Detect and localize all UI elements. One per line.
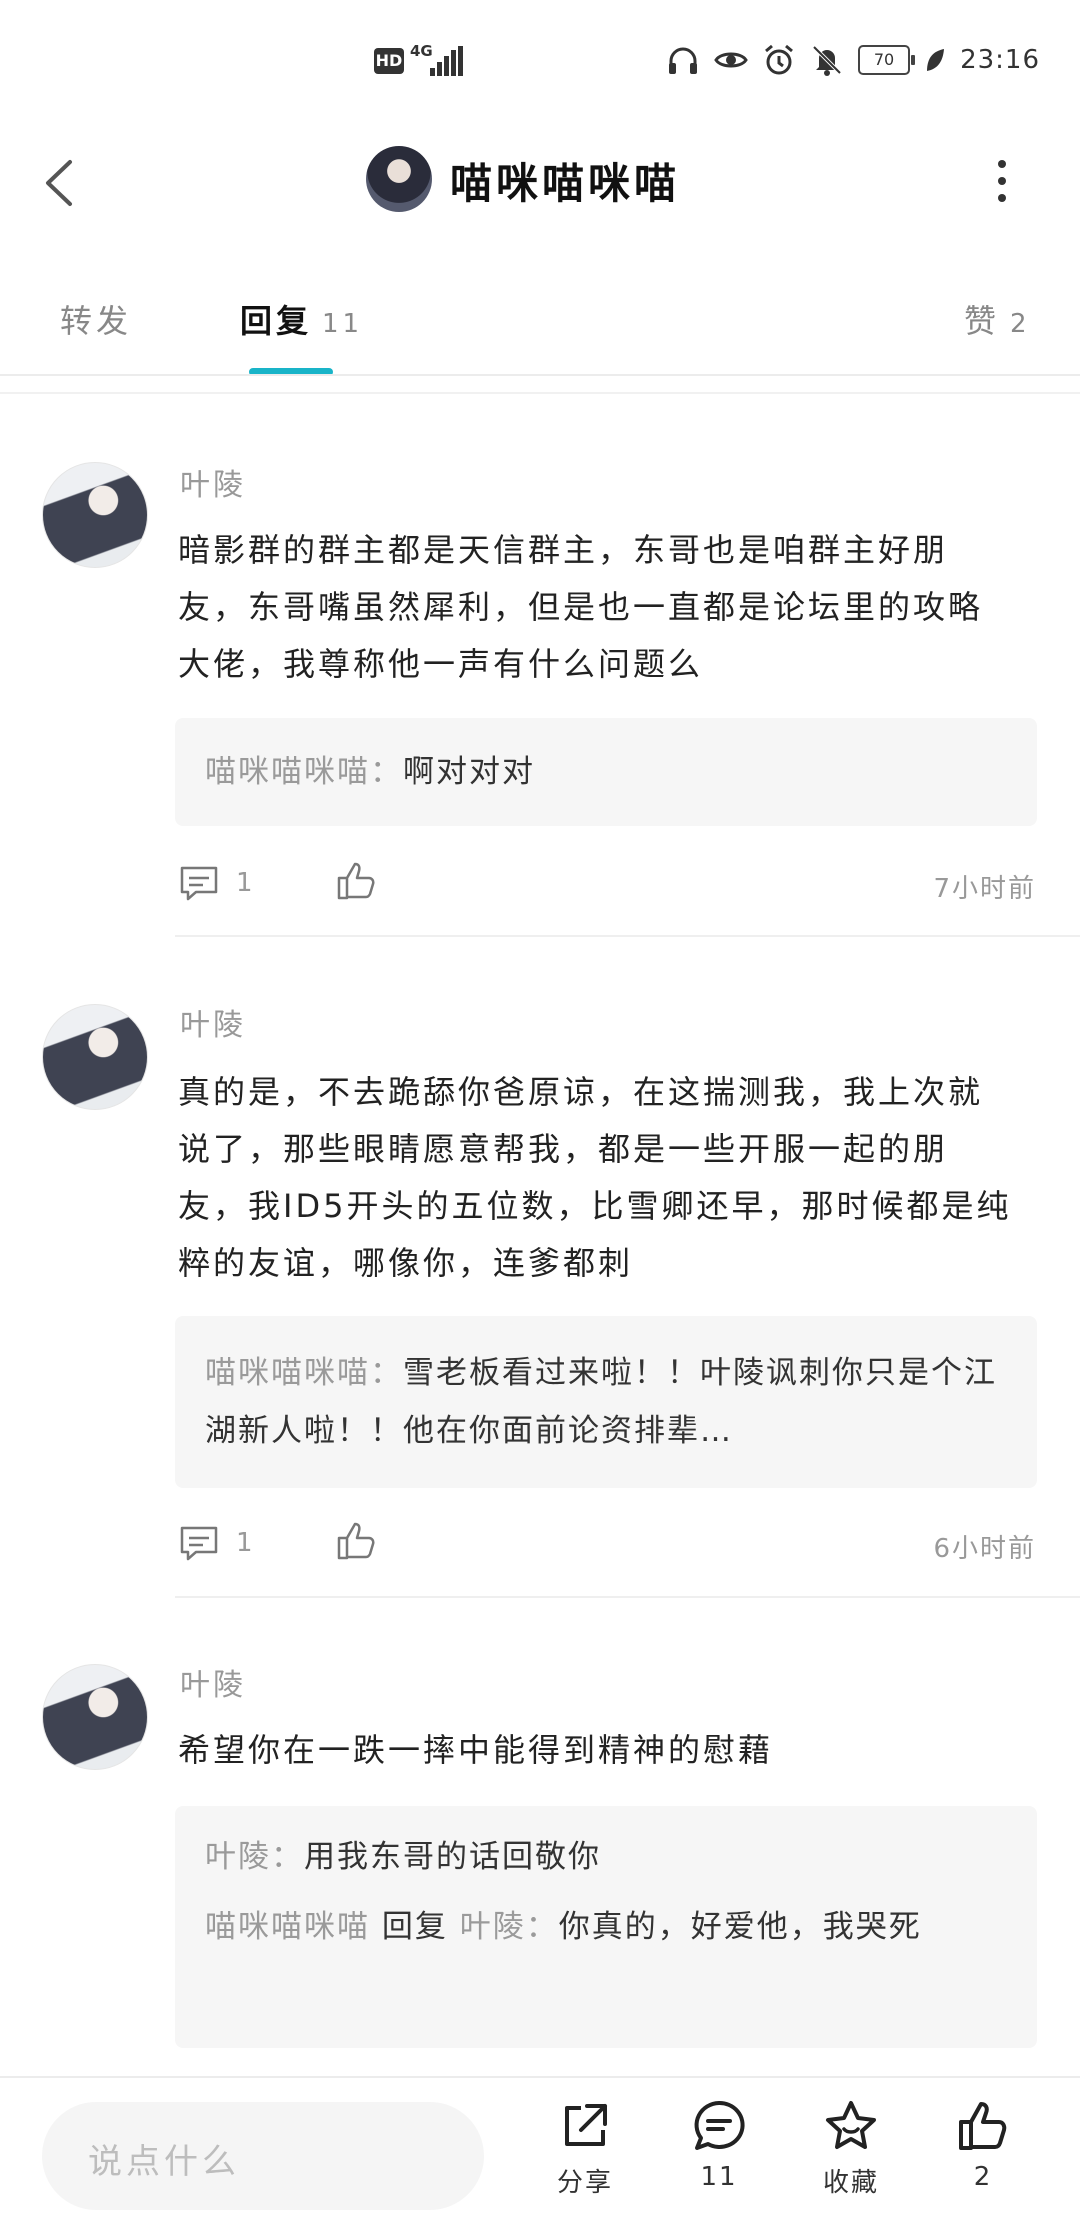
header-avatar[interactable]	[366, 146, 432, 212]
comment-time: 6小时前	[933, 1534, 1036, 1564]
reply-preview[interactable]: 叶陵：用我东哥的话回敬你 喵咪喵咪喵 回复 叶陵：你真的，好爱他，我哭死	[175, 1806, 1037, 2048]
like-icon[interactable]	[335, 1520, 377, 1562]
reply-sep: ：	[370, 1355, 403, 1391]
mute-bell-icon	[812, 45, 842, 76]
leaf-icon	[927, 49, 945, 71]
page-title[interactable]: 喵咪喵咪喵	[450, 150, 680, 211]
share-icon	[565, 2104, 607, 2146]
tab-like-label: 赞	[964, 302, 1001, 340]
reply-line: 喵咪喵咪喵 回复 叶陵：你真的，好爱他，我哭死	[175, 1886, 1037, 1956]
comments-count: 11	[700, 2162, 738, 2192]
hd-badge: HD	[374, 48, 404, 74]
tab-forward-label: 转发	[60, 302, 133, 340]
like-icon[interactable]	[335, 860, 377, 902]
comment-input-placeholder: 说点什么	[88, 2142, 240, 2182]
reply-line: 喵咪喵咪喵：啊对对对	[175, 718, 1037, 801]
battery-icon: 70	[858, 45, 916, 75]
reply-preview[interactable]: 喵咪喵咪喵：雪老板看过来啦！！叶陵讽刺你只是个江湖新人啦！！他在你面前论资排辈…	[175, 1316, 1037, 1488]
tab-reply-count: 11	[322, 309, 364, 339]
collect-label: 收藏	[822, 2168, 879, 2198]
comment-username[interactable]: 叶陵	[180, 1660, 246, 1704]
reply-count: 1	[236, 1528, 253, 1558]
reply-preview[interactable]: 喵咪喵咪喵：啊对对对	[175, 718, 1037, 826]
like-button[interactable]: 2	[938, 2098, 1028, 2192]
reply-sep: ：	[525, 1909, 559, 1945]
headphones-icon	[669, 47, 698, 74]
divider	[0, 374, 1080, 376]
thumb-up-icon	[959, 2102, 1007, 2150]
clock: 23:16	[960, 45, 1040, 75]
reply-keyword: 回复	[381, 1909, 448, 1945]
tab-reply-label: 回复	[240, 302, 313, 340]
collect-button[interactable]: 收藏	[806, 2098, 896, 2199]
comment-username[interactable]: 叶陵	[180, 1000, 246, 1044]
divider	[175, 1596, 1080, 1598]
reply-sep: ：	[370, 754, 403, 790]
comment-bubble-icon	[694, 2100, 745, 2150]
comment-avatar[interactable]	[42, 1664, 148, 1770]
divider	[175, 935, 1080, 937]
alarm-icon	[765, 44, 794, 75]
comment-text[interactable]: 真的是，不去跪舔你爸原谅，在这揣测我，我上次就说了，那些眼睛愿意帮我，都是一些开…	[178, 1064, 1013, 1292]
back-icon[interactable]	[40, 158, 80, 208]
comment-icon[interactable]	[178, 1522, 220, 1564]
share-button[interactable]: 分享	[540, 2098, 630, 2199]
comment-avatar[interactable]	[42, 462, 148, 568]
reply-author[interactable]: 喵咪喵咪喵	[205, 1909, 370, 1945]
comment-icon[interactable]	[178, 862, 220, 904]
more-menu-icon[interactable]	[996, 160, 1008, 202]
reply-sep: ：	[271, 1839, 304, 1875]
tab-like[interactable]: 赞2	[964, 296, 1031, 342]
comment-username[interactable]: 叶陵	[180, 460, 246, 504]
like-count: 2	[973, 2162, 993, 2192]
reply-line: 叶陵：用我东哥的话回敬你	[175, 1806, 1037, 1886]
tab-reply[interactable]: 回复 11	[240, 296, 363, 342]
divider	[0, 392, 1080, 394]
reply-count: 1	[236, 868, 253, 898]
comment-text[interactable]: 希望你在一跌一摔中能得到精神的慰藉	[178, 1722, 1008, 1779]
tab-like-count: 2	[1010, 309, 1031, 339]
divider	[0, 2076, 1080, 2078]
signal-icon	[430, 46, 464, 76]
reply-author[interactable]: 叶陵	[205, 1839, 271, 1875]
reply-text: 你真的，好爱他，我哭死	[558, 1909, 922, 1945]
share-label: 分享	[556, 2168, 613, 2198]
tab-forward[interactable]: 转发	[60, 296, 132, 342]
comment-avatar[interactable]	[42, 1004, 148, 1110]
comment-input[interactable]: 说点什么	[42, 2102, 484, 2210]
star-icon	[826, 2101, 876, 2149]
status-bar: HD 4G 70 23:16	[0, 0, 1080, 120]
comment-text[interactable]: 暗影群的群主都是天信群主，东哥也是咱群主好朋友，东哥嘴虽然犀利，但是也一直都是论…	[178, 522, 1008, 693]
comments-button[interactable]: 11	[674, 2098, 764, 2192]
reply-author[interactable]: 喵咪喵咪喵	[205, 1355, 370, 1391]
reply-target[interactable]: 叶陵	[460, 1909, 526, 1945]
eye-icon	[714, 52, 748, 68]
reply-line: 喵咪喵咪喵：雪老板看过来啦！！叶陵讽刺你只是个江湖新人啦！！他在你面前论资排辈…	[175, 1316, 1037, 1460]
reply-text: 用我东哥的话回敬你	[304, 1839, 601, 1875]
reply-author[interactable]: 喵咪喵咪喵	[205, 754, 370, 790]
comment-time: 7小时前	[933, 874, 1036, 904]
reply-text: 啊对对对	[403, 754, 535, 790]
